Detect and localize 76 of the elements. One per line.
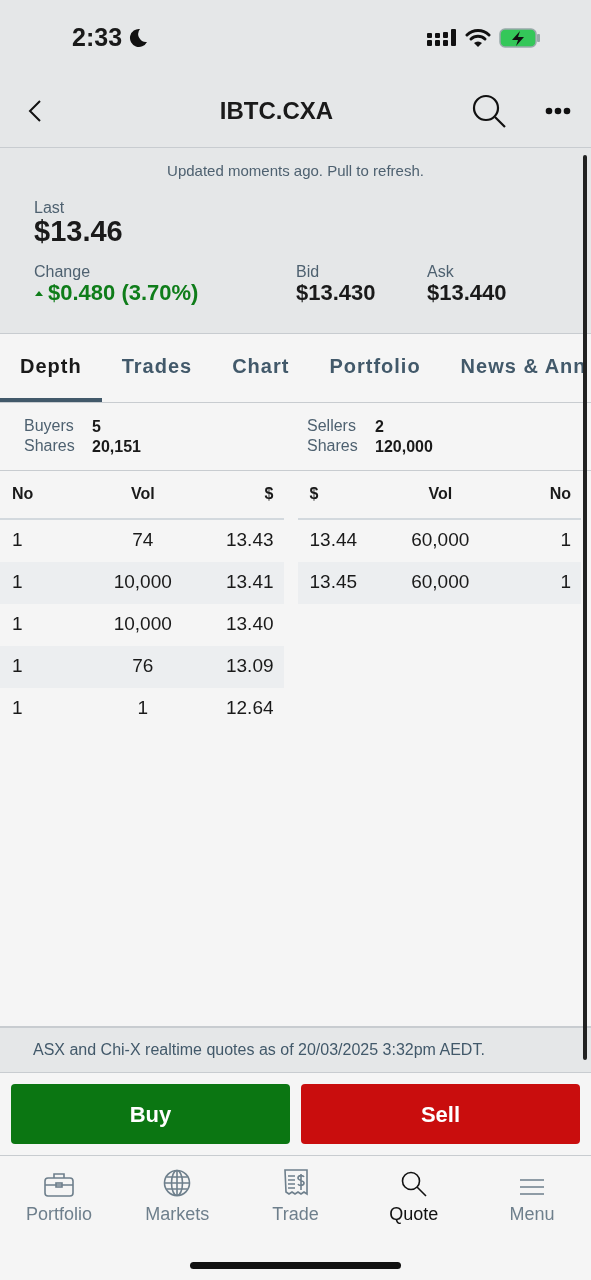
signal-icon — [427, 28, 457, 47]
buy-button[interactable]: Buy — [11, 1084, 290, 1144]
search-icon[interactable] — [471, 93, 507, 129]
table-cell-text: 10,000 — [112, 570, 173, 595]
tab[interactable]: Portfolio — [309, 333, 441, 402]
table-cell-text: 1 — [12, 612, 24, 637]
table-cell-text: 12.64 — [224, 696, 274, 721]
nav-tab[interactable]: Portfolio — [0, 1164, 119, 1280]
nav-tab[interactable]: Markets — [118, 1164, 237, 1280]
nav-label: Portfolio — [26, 1203, 93, 1226]
nav-tab[interactable]: Quote — [354, 1164, 473, 1280]
clock-time: 2:33 — [72, 21, 123, 53]
nav-label: Quote — [389, 1203, 439, 1226]
tab[interactable]: News & Ann — [440, 333, 587, 402]
nav-label: Markets — [145, 1203, 210, 1226]
bid-price: $13.430 — [296, 280, 377, 307]
nav-tab[interactable]: Menu — [472, 1164, 591, 1280]
table-cell-text: 1 — [12, 570, 24, 595]
bid-label: Bid — [296, 262, 321, 281]
table-cell-text: 1 — [559, 570, 571, 595]
table-cell-text: 1 — [12, 654, 24, 679]
stat-label: Shares — [24, 436, 76, 456]
column-header: Vol — [427, 484, 454, 504]
refresh-note: Updated moments ago. Pull to refresh. — [166, 161, 425, 181]
receipt-icon — [283, 1169, 308, 1197]
table-cell-text: 76 — [131, 654, 155, 679]
search-icon — [400, 1171, 427, 1197]
table-cell-text: 13.40 — [224, 612, 274, 637]
column-header: No — [548, 484, 571, 504]
table-cell-text: 13.41 — [224, 570, 274, 595]
table-cell-text: 74 — [131, 528, 155, 553]
table-cell-text: 1 — [12, 528, 24, 553]
column-header: No — [12, 484, 35, 504]
sell-button[interactable]: Sell — [301, 1084, 580, 1144]
back-button[interactable] — [28, 98, 42, 124]
globe-icon — [163, 1169, 192, 1197]
table-cell-text: 10,000 — [112, 612, 173, 637]
last-price: $13.46 — [34, 216, 124, 247]
more-icon[interactable] — [545, 107, 571, 115]
column-header: Vol — [129, 484, 156, 504]
table-cell-text: 13.45 — [309, 570, 359, 595]
table-cell-text: 60,000 — [410, 570, 471, 595]
stat-value: 2 — [375, 416, 385, 437]
table-cell-text: 1 — [136, 696, 150, 721]
stat-label: Shares — [307, 436, 359, 456]
stat-label: Sellers — [307, 416, 357, 436]
table-cell-text: 13.43 — [224, 528, 274, 553]
quote-timestamp: ASX and Chi-X realtime quotes as of 20/03/2025 3:32pm AEDT. — [0, 1026, 591, 1073]
table-cell-text: 1 — [559, 528, 571, 553]
battery-icon — [499, 27, 541, 48]
stat-value: 120,000 — [375, 436, 434, 457]
ask-label: Ask — [427, 262, 455, 281]
tab[interactable]: Trades — [101, 333, 213, 402]
nav-label: Trade — [272, 1203, 319, 1226]
tab[interactable]: Depth — [0, 333, 102, 402]
ask-price: $13.440 — [427, 280, 507, 307]
stat-value: 20,151 — [92, 436, 142, 457]
briefcase-icon — [44, 1171, 75, 1197]
price-change: $0.480 (3.70%) — [48, 280, 199, 307]
table-cell-text: 13.09 — [224, 654, 274, 679]
menu-icon — [518, 1177, 545, 1197]
stat-label: Buyers — [24, 416, 75, 436]
column-header: $ — [309, 484, 320, 504]
table-cell-text: 1 — [12, 696, 24, 721]
wifi-icon — [465, 27, 491, 48]
last-label: Last — [34, 198, 66, 217]
column-header: $ — [263, 484, 274, 504]
nav-tab[interactable]: Trade — [236, 1164, 355, 1280]
back-icon — [28, 99, 42, 124]
nav-label: Menu — [509, 1203, 555, 1226]
table-cell-text: 13.44 — [309, 528, 359, 553]
stat-value: 5 — [92, 416, 102, 437]
screen-title: IBTC.CXA — [218, 96, 335, 126]
tab[interactable]: Chart — [212, 333, 310, 402]
change-label: Change — [34, 262, 92, 281]
table-cell-text: 60,000 — [410, 528, 471, 553]
